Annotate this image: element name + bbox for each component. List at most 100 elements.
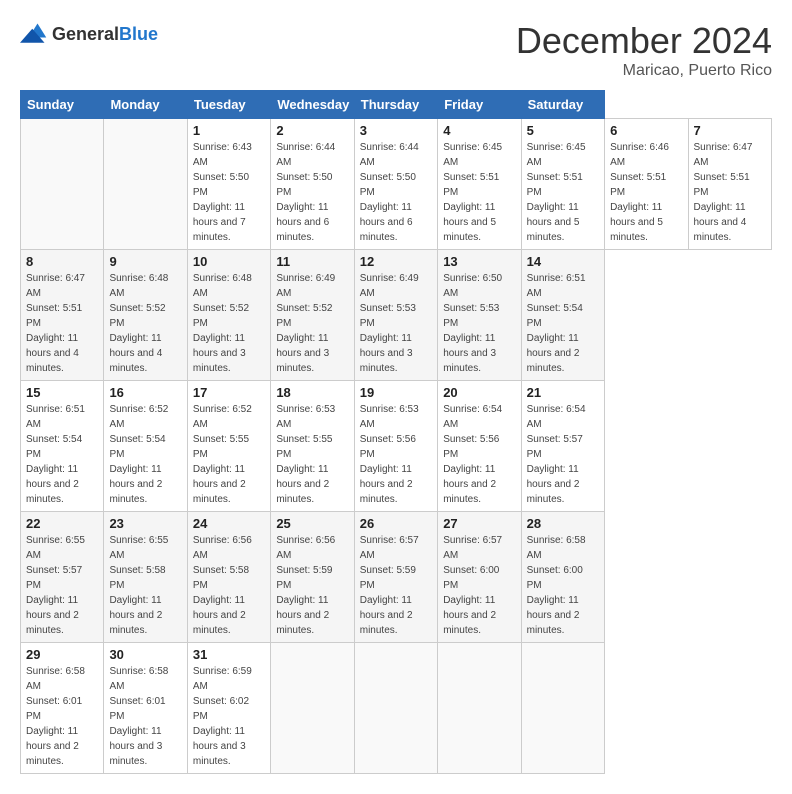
day-number: 15 [26,385,98,400]
calendar-cell: 30 Sunrise: 6:58 AMSunset: 6:01 PMDaylig… [104,643,187,774]
weekday-header: Thursday [354,91,437,119]
calendar-cell: 13 Sunrise: 6:50 AMSunset: 5:53 PMDaylig… [438,250,521,381]
day-info: Sunrise: 6:57 AMSunset: 6:00 PMDaylight:… [443,535,502,636]
day-number: 26 [360,516,432,531]
day-info: Sunrise: 6:47 AMSunset: 5:51 PMDaylight:… [694,142,753,243]
day-number: 25 [276,516,348,531]
weekday-header: Tuesday [187,91,270,119]
calendar-cell: 9 Sunrise: 6:48 AMSunset: 5:52 PMDayligh… [104,250,187,381]
day-info: Sunrise: 6:43 AMSunset: 5:50 PMDaylight:… [193,142,252,243]
calendar-cell: 27 Sunrise: 6:57 AMSunset: 6:00 PMDaylig… [438,512,521,643]
day-info: Sunrise: 6:48 AMSunset: 5:52 PMDaylight:… [193,273,252,374]
day-number: 23 [109,516,181,531]
day-number: 3 [360,123,432,138]
day-info: Sunrise: 6:56 AMSunset: 5:58 PMDaylight:… [193,535,252,636]
calendar-cell: 24 Sunrise: 6:56 AMSunset: 5:58 PMDaylig… [187,512,270,643]
calendar-cell: 11 Sunrise: 6:49 AMSunset: 5:52 PMDaylig… [271,250,354,381]
weekday-header: Saturday [521,91,604,119]
day-info: Sunrise: 6:50 AMSunset: 5:53 PMDaylight:… [443,273,502,374]
day-info: Sunrise: 6:58 AMSunset: 6:01 PMDaylight:… [26,666,85,767]
calendar-cell: 10 Sunrise: 6:48 AMSunset: 5:52 PMDaylig… [187,250,270,381]
calendar-cell [521,643,604,774]
day-number: 30 [109,647,181,662]
logo: GeneralBlue [20,20,158,48]
day-number: 24 [193,516,265,531]
calendar-cell: 18 Sunrise: 6:53 AMSunset: 5:55 PMDaylig… [271,381,354,512]
weekday-header: Sunday [21,91,104,119]
calendar-cell [104,119,187,250]
page-header: GeneralBlue December 2024 Maricao, Puert… [20,20,772,80]
day-number: 28 [527,516,599,531]
day-info: Sunrise: 6:45 AMSunset: 5:51 PMDaylight:… [527,142,586,243]
day-number: 29 [26,647,98,662]
day-number: 21 [527,385,599,400]
calendar-cell: 23 Sunrise: 6:55 AMSunset: 5:58 PMDaylig… [104,512,187,643]
day-number: 4 [443,123,515,138]
day-info: Sunrise: 6:53 AMSunset: 5:56 PMDaylight:… [360,404,419,505]
calendar-cell: 15 Sunrise: 6:51 AMSunset: 5:54 PMDaylig… [21,381,104,512]
calendar-cell: 21 Sunrise: 6:54 AMSunset: 5:57 PMDaylig… [521,381,604,512]
calendar-week-row: 29 Sunrise: 6:58 AMSunset: 6:01 PMDaylig… [21,643,772,774]
calendar-cell: 26 Sunrise: 6:57 AMSunset: 5:59 PMDaylig… [354,512,437,643]
calendar-cell: 2 Sunrise: 6:44 AMSunset: 5:50 PMDayligh… [271,119,354,250]
day-info: Sunrise: 6:54 AMSunset: 5:56 PMDaylight:… [443,404,502,505]
day-number: 12 [360,254,432,269]
calendar-cell: 5 Sunrise: 6:45 AMSunset: 5:51 PMDayligh… [521,119,604,250]
day-number: 20 [443,385,515,400]
day-info: Sunrise: 6:44 AMSunset: 5:50 PMDaylight:… [276,142,335,243]
day-number: 11 [276,254,348,269]
calendar-cell: 12 Sunrise: 6:49 AMSunset: 5:53 PMDaylig… [354,250,437,381]
day-number: 22 [26,516,98,531]
logo-text-blue: Blue [119,24,158,44]
day-number: 7 [694,123,767,138]
day-number: 6 [610,123,682,138]
weekday-header: Wednesday [271,91,354,119]
day-number: 31 [193,647,265,662]
calendar-cell [21,119,104,250]
calendar-table: SundayMondayTuesdayWednesdayThursdayFrid… [20,90,772,774]
calendar-cell: 8 Sunrise: 6:47 AMSunset: 5:51 PMDayligh… [21,250,104,381]
calendar-cell: 31 Sunrise: 6:59 AMSunset: 6:02 PMDaylig… [187,643,270,774]
month-title: December 2024 [516,20,772,62]
day-info: Sunrise: 6:59 AMSunset: 6:02 PMDaylight:… [193,666,252,767]
day-info: Sunrise: 6:52 AMSunset: 5:55 PMDaylight:… [193,404,252,505]
day-number: 14 [527,254,599,269]
calendar-cell: 29 Sunrise: 6:58 AMSunset: 6:01 PMDaylig… [21,643,104,774]
logo-text-general: General [52,24,119,44]
calendar-cell: 4 Sunrise: 6:45 AMSunset: 5:51 PMDayligh… [438,119,521,250]
weekday-header: Monday [104,91,187,119]
day-info: Sunrise: 6:51 AMSunset: 5:54 PMDaylight:… [527,273,586,374]
calendar-cell: 25 Sunrise: 6:56 AMSunset: 5:59 PMDaylig… [271,512,354,643]
calendar-cell: 17 Sunrise: 6:52 AMSunset: 5:55 PMDaylig… [187,381,270,512]
day-number: 18 [276,385,348,400]
calendar-cell: 16 Sunrise: 6:52 AMSunset: 5:54 PMDaylig… [104,381,187,512]
day-info: Sunrise: 6:53 AMSunset: 5:55 PMDaylight:… [276,404,335,505]
day-info: Sunrise: 6:57 AMSunset: 5:59 PMDaylight:… [360,535,419,636]
day-info: Sunrise: 6:55 AMSunset: 5:58 PMDaylight:… [109,535,168,636]
day-info: Sunrise: 6:54 AMSunset: 5:57 PMDaylight:… [527,404,586,505]
day-number: 17 [193,385,265,400]
day-info: Sunrise: 6:58 AMSunset: 6:01 PMDaylight:… [109,666,168,767]
day-number: 8 [26,254,98,269]
day-info: Sunrise: 6:48 AMSunset: 5:52 PMDaylight:… [109,273,168,374]
calendar-cell: 7 Sunrise: 6:47 AMSunset: 5:51 PMDayligh… [688,119,772,250]
calendar-cell: 19 Sunrise: 6:53 AMSunset: 5:56 PMDaylig… [354,381,437,512]
day-info: Sunrise: 6:51 AMSunset: 5:54 PMDaylight:… [26,404,85,505]
calendar-week-row: 22 Sunrise: 6:55 AMSunset: 5:57 PMDaylig… [21,512,772,643]
calendar-cell: 14 Sunrise: 6:51 AMSunset: 5:54 PMDaylig… [521,250,604,381]
day-number: 16 [109,385,181,400]
day-info: Sunrise: 6:49 AMSunset: 5:52 PMDaylight:… [276,273,335,374]
calendar-cell [438,643,521,774]
calendar-week-row: 8 Sunrise: 6:47 AMSunset: 5:51 PMDayligh… [21,250,772,381]
title-area: December 2024 Maricao, Puerto Rico [516,20,772,80]
day-info: Sunrise: 6:44 AMSunset: 5:50 PMDaylight:… [360,142,419,243]
day-number: 9 [109,254,181,269]
calendar-cell: 20 Sunrise: 6:54 AMSunset: 5:56 PMDaylig… [438,381,521,512]
calendar-cell [271,643,354,774]
calendar-week-row: 15 Sunrise: 6:51 AMSunset: 5:54 PMDaylig… [21,381,772,512]
day-info: Sunrise: 6:58 AMSunset: 6:00 PMDaylight:… [527,535,586,636]
day-number: 27 [443,516,515,531]
calendar-cell: 1 Sunrise: 6:43 AMSunset: 5:50 PMDayligh… [187,119,270,250]
day-info: Sunrise: 6:47 AMSunset: 5:51 PMDaylight:… [26,273,85,374]
weekday-header: Friday [438,91,521,119]
